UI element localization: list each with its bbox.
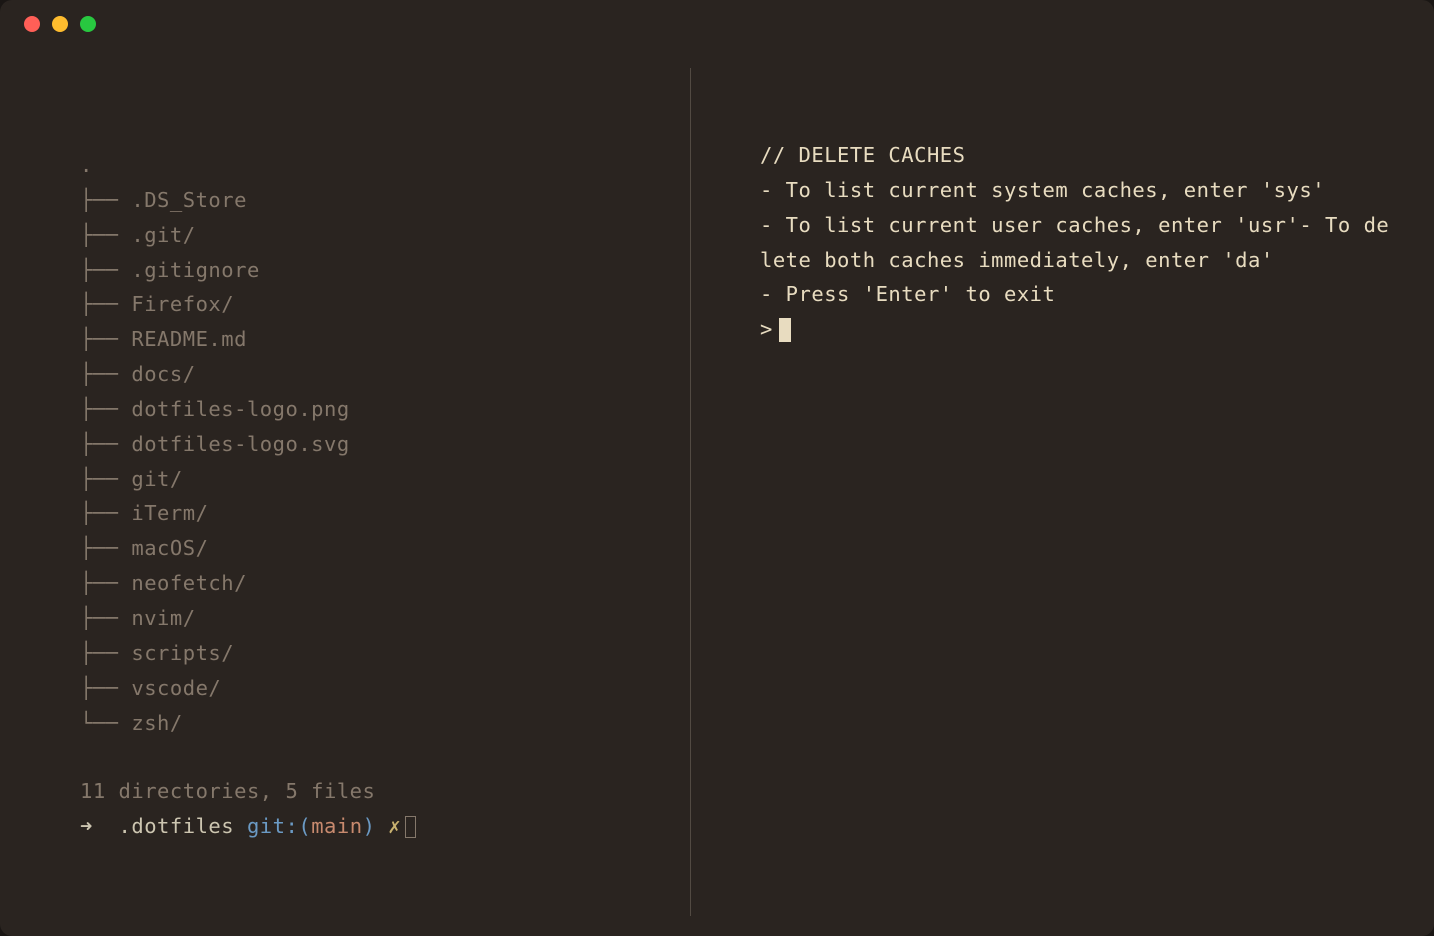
tree-item: ├── dotfiles-logo.svg [80, 427, 670, 462]
tree-item: ├── macOS/ [80, 531, 670, 566]
prompt-paren-close: ) [363, 809, 376, 844]
tree-item: ├── dotfiles-logo.png [80, 392, 670, 427]
prompt-git-branch: main [311, 809, 362, 844]
tree-item: └── zsh/ [80, 706, 670, 741]
script-header: // DELETE CACHES [760, 138, 1394, 173]
tree-item: ├── neofetch/ [80, 566, 670, 601]
tree-item: ├── README.md [80, 322, 670, 357]
tree-root-dot: . [80, 148, 670, 183]
script-instruction-line: - To list current user caches, enter 'us… [760, 208, 1394, 278]
script-output: // DELETE CACHES - To list current syste… [760, 138, 1394, 347]
close-window-button[interactable] [24, 16, 40, 32]
script-prompt-symbol: > [760, 312, 773, 347]
terminal-panes: . ├── .DS_Store├── .git/├── .gitignore├─… [0, 48, 1434, 936]
tree-item: ├── .gitignore [80, 253, 670, 288]
tree-item: ├── .git/ [80, 218, 670, 253]
script-instructions: - To list current system caches, enter '… [760, 173, 1394, 312]
window-titlebar [0, 0, 1434, 48]
tree-item: ├── nvim/ [80, 601, 670, 636]
maximize-window-button[interactable] [80, 16, 96, 32]
shell-prompt: ➜ .dotfiles git:(main) ✗ [80, 809, 670, 844]
script-instruction-line: - Press 'Enter' to exit [760, 277, 1394, 312]
tree-summary: 11 directories, 5 files [80, 774, 670, 809]
pane-divider[interactable] [690, 68, 691, 916]
script-instruction-line: - To list current system caches, enter '… [760, 173, 1394, 208]
script-prompt: > [760, 312, 1394, 347]
left-terminal-pane[interactable]: . ├── .DS_Store├── .git/├── .gitignore├─… [0, 48, 690, 936]
tree-item: ├── .DS_Store [80, 183, 670, 218]
left-cursor [405, 816, 416, 838]
tree-item: ├── git/ [80, 462, 670, 497]
prompt-cwd: .dotfiles [119, 809, 235, 844]
tree-item: ├── iTerm/ [80, 496, 670, 531]
prompt-dirty-icon: ✗ [388, 809, 401, 844]
right-cursor [779, 318, 791, 342]
minimize-window-button[interactable] [52, 16, 68, 32]
tree-item: ├── vscode/ [80, 671, 670, 706]
right-terminal-pane[interactable]: // DELETE CACHES - To list current syste… [690, 48, 1434, 936]
tree-item: ├── scripts/ [80, 636, 670, 671]
prompt-git-label: git: [247, 809, 298, 844]
tree-item: ├── docs/ [80, 357, 670, 392]
terminal-window: . ├── .DS_Store├── .git/├── .gitignore├─… [0, 0, 1434, 936]
tree-item: ├── Firefox/ [80, 287, 670, 322]
prompt-arrow-icon: ➜ [80, 809, 93, 844]
file-tree: ├── .DS_Store├── .git/├── .gitignore├── … [80, 183, 670, 741]
prompt-paren-open: ( [298, 809, 311, 844]
